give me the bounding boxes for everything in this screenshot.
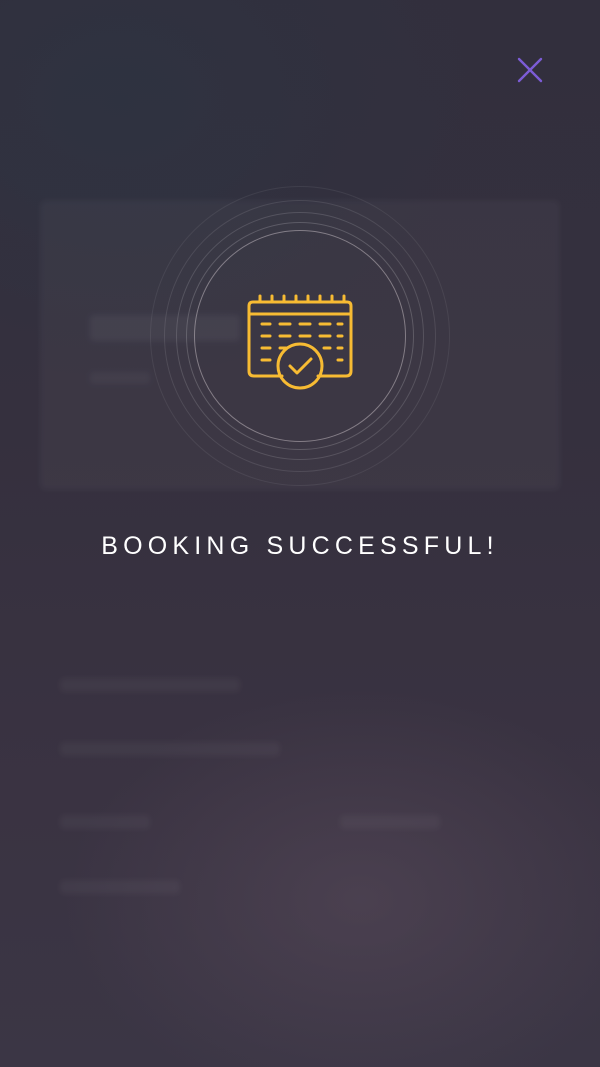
calendar-check-icon xyxy=(247,294,353,390)
close-button[interactable] xyxy=(508,48,552,92)
background-field xyxy=(340,815,440,829)
success-badge xyxy=(150,186,450,486)
close-icon xyxy=(517,57,543,83)
background-field xyxy=(60,742,280,756)
background-field xyxy=(60,678,240,692)
background-subtitle xyxy=(90,372,150,384)
success-title: BOOKING SUCCESSFUL! xyxy=(101,532,499,560)
background-field xyxy=(60,880,180,894)
booking-success-screen: BOOKING SUCCESSFUL! xyxy=(0,0,600,1067)
background-field xyxy=(60,815,150,829)
